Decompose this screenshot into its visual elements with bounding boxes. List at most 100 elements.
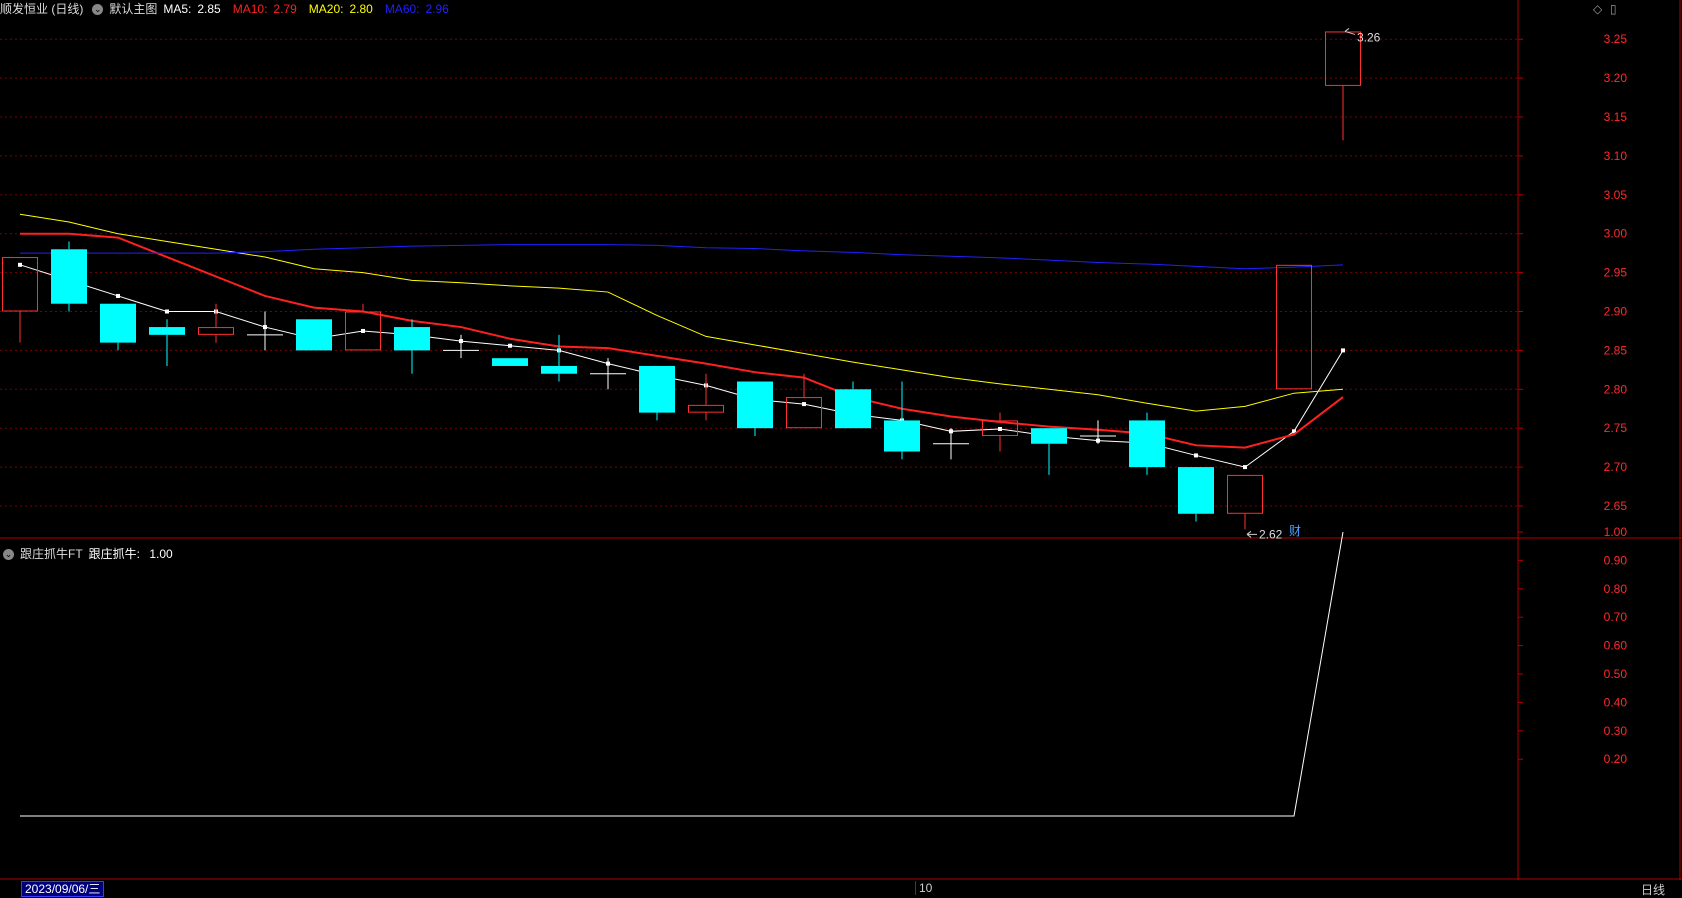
ma5-readout: MA5: 2.85 bbox=[163, 2, 221, 16]
ma10-readout: MA10: 2.79 bbox=[232, 2, 297, 16]
ma60-readout: MA60: 2.96 bbox=[384, 2, 449, 16]
candle bbox=[590, 358, 626, 390]
y-tick-label: 2.75 bbox=[1604, 421, 1628, 435]
candle-body bbox=[394, 327, 430, 351]
candle-body bbox=[149, 327, 185, 335]
y-tick-label: 2.90 bbox=[1604, 305, 1628, 319]
candle bbox=[296, 319, 332, 351]
y-tick-label: 2.95 bbox=[1604, 266, 1628, 280]
candle-body bbox=[737, 381, 773, 429]
candle bbox=[982, 412, 1018, 452]
ma20-readout: MA20: 2.80 bbox=[308, 2, 373, 16]
y-tick-label: 0.50 bbox=[1604, 667, 1628, 681]
cursor-date: 2023/09/06/三 bbox=[21, 881, 105, 897]
candle-body bbox=[1325, 31, 1361, 86]
panel-toggle-icon[interactable]: ▯ bbox=[1610, 2, 1617, 16]
candle bbox=[541, 334, 577, 382]
y-tick-label: 0.30 bbox=[1604, 724, 1628, 738]
candle bbox=[198, 303, 234, 343]
y-tick-label: 0.90 bbox=[1604, 553, 1628, 567]
candle-body bbox=[296, 319, 332, 351]
candle bbox=[51, 241, 87, 312]
candle-body bbox=[1129, 420, 1165, 468]
low-label: 2.62 bbox=[1259, 527, 1283, 541]
candle-body bbox=[51, 249, 87, 304]
ma10-line bbox=[20, 232, 1344, 449]
y-tick-label: 3.10 bbox=[1604, 149, 1628, 163]
candle bbox=[688, 373, 724, 421]
candle-body bbox=[1227, 474, 1263, 514]
y-tick-label: 3.05 bbox=[1604, 188, 1628, 202]
y-tick-label: 0.80 bbox=[1604, 582, 1628, 596]
y-tick-label: 3.00 bbox=[1604, 227, 1628, 241]
chevron-down-icon[interactable]: ⌄ bbox=[92, 3, 104, 15]
y-tick-label: 2.70 bbox=[1604, 460, 1628, 474]
sub-chart-header: ⌄ 跟庄抓牛FT 跟庄抓牛: 1.00 bbox=[0, 545, 185, 563]
month-marker: 10 bbox=[915, 881, 932, 895]
y-tick-label: 2.80 bbox=[1604, 382, 1628, 396]
y-tick-label: 3.25 bbox=[1604, 32, 1628, 46]
candle bbox=[100, 303, 136, 351]
candle-body bbox=[492, 358, 528, 366]
ma5-point bbox=[1341, 348, 1345, 353]
ma5-point bbox=[165, 309, 169, 314]
arrow-icon bbox=[1246, 530, 1257, 538]
ma5-point bbox=[1194, 453, 1198, 458]
candle bbox=[639, 365, 675, 421]
sub-indicator-readout: 跟庄抓牛: 1.00 bbox=[88, 547, 173, 561]
y-tick-label: 0.70 bbox=[1604, 610, 1628, 624]
ma5-point bbox=[1243, 465, 1247, 470]
candle-body bbox=[1276, 264, 1312, 390]
candle-body bbox=[100, 303, 136, 343]
y-tick-label: 0.20 bbox=[1604, 752, 1628, 766]
candle-body bbox=[688, 404, 724, 413]
stock-title: 顺发恒业 (日线) bbox=[0, 2, 84, 16]
candle bbox=[492, 358, 528, 366]
candle bbox=[1080, 420, 1116, 444]
y-tick-label: 0.40 bbox=[1604, 695, 1628, 709]
y-tick-label: 1.00 bbox=[1604, 525, 1628, 539]
diamond-icon[interactable]: ◇ bbox=[1593, 2, 1602, 16]
high-label: 3.26 bbox=[1357, 30, 1381, 44]
candle-body bbox=[639, 365, 675, 413]
candle-body bbox=[1031, 428, 1067, 444]
ma60-line bbox=[20, 244, 1344, 270]
candle-body bbox=[198, 327, 234, 335]
candle bbox=[2, 257, 38, 343]
candle bbox=[1129, 412, 1165, 475]
y-tick-label: 2.85 bbox=[1604, 343, 1628, 357]
y-tick-label: 3.15 bbox=[1604, 110, 1628, 124]
y-tick-label: 3.20 bbox=[1604, 71, 1628, 85]
candle bbox=[1178, 467, 1214, 522]
y-tick-label: 0.60 bbox=[1604, 639, 1628, 653]
candle bbox=[149, 319, 185, 366]
candle bbox=[1031, 428, 1067, 475]
candle-body bbox=[1178, 467, 1214, 514]
ma5-point bbox=[116, 293, 120, 298]
sub-indicator-label[interactable]: 跟庄抓牛FT bbox=[20, 545, 83, 563]
ma5-point bbox=[508, 343, 512, 348]
ma5-point bbox=[18, 262, 22, 267]
period-label[interactable]: 日线 bbox=[1641, 881, 1665, 898]
finance-marker: 财 bbox=[1289, 524, 1301, 538]
main-indicator-label[interactable]: 默认主图 bbox=[109, 0, 157, 18]
candle bbox=[835, 381, 871, 429]
stock-chart[interactable]: 3.25 3.20 3.15 3.10 3.05 3.00 2.95 2.90 2.85 2.80… bbox=[0, 0, 1682, 897]
indicator-line bbox=[20, 531, 1344, 817]
candle-body bbox=[884, 420, 920, 452]
ma5-point bbox=[802, 402, 806, 407]
candle bbox=[884, 381, 920, 460]
candle bbox=[247, 311, 283, 351]
main-chart-header: 顺发恒业 (日线) ⌄ 默认主图 MA5: 2.85 MA10: 2.79 MA20… bbox=[0, 0, 461, 18]
chevron-down-icon[interactable]: ⌄ bbox=[3, 548, 14, 560]
candle bbox=[1227, 474, 1263, 530]
ma5-point bbox=[998, 426, 1002, 431]
candle bbox=[933, 428, 969, 460]
candle-body bbox=[835, 389, 871, 429]
candle bbox=[1325, 31, 1361, 141]
candle bbox=[443, 334, 479, 359]
candle-body bbox=[541, 365, 577, 374]
y-tick-label: 2.65 bbox=[1604, 499, 1628, 513]
candle bbox=[1276, 264, 1312, 390]
candle bbox=[737, 381, 773, 436]
